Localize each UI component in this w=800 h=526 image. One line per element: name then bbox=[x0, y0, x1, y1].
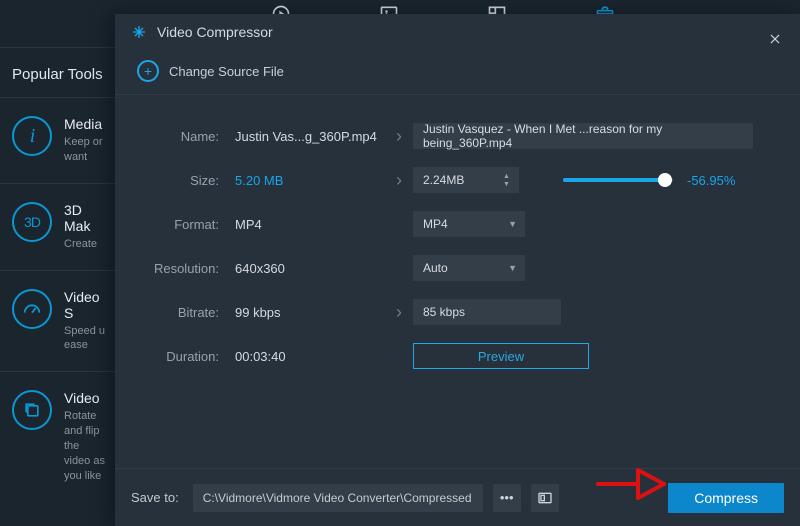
compressor-logo-icon bbox=[131, 24, 147, 40]
close-button[interactable] bbox=[764, 28, 786, 50]
video-compressor-dialog: Video Compressor + Change Source File Na… bbox=[115, 14, 800, 526]
more-button[interactable]: ••• bbox=[493, 484, 521, 512]
info-icon: i bbox=[12, 116, 52, 156]
row-size: Size: 5.20 MB › 2.24MB ▲▼ -56.95% bbox=[125, 167, 784, 193]
dialog-title: Video Compressor bbox=[157, 24, 273, 40]
label-resolution: Resolution: bbox=[125, 261, 235, 276]
bitrate-input[interactable]: 85 kbps bbox=[413, 299, 561, 325]
arrow-icon: › bbox=[385, 302, 413, 323]
current-name: Justin Vas...g_360P.mp4 bbox=[235, 129, 385, 144]
tool-subtitle: Rotate and flip the video as you like bbox=[64, 409, 105, 483]
row-name: Name: Justin Vas...g_360P.mp4 › Justin V… bbox=[125, 123, 784, 149]
save-to-label: Save to: bbox=[131, 490, 179, 505]
current-bitrate: 99 kbps bbox=[235, 305, 385, 320]
gauge-icon bbox=[12, 289, 52, 329]
label-name: Name: bbox=[125, 129, 235, 144]
label-format: Format: bbox=[125, 217, 235, 232]
size-spinner[interactable]: ▲▼ bbox=[503, 169, 515, 191]
size-input[interactable]: 2.24MB ▲▼ bbox=[413, 167, 519, 193]
name-input[interactable]: Justin Vasquez - When I Met ...reason fo… bbox=[413, 123, 753, 149]
compress-button[interactable]: Compress bbox=[668, 483, 784, 513]
3d-icon: 3D bbox=[12, 202, 52, 242]
tool-title: Media bbox=[64, 116, 105, 132]
sidebar-item-media[interactable]: i Media Keep or want bbox=[0, 98, 115, 184]
sidebar-item-speed[interactable]: Video S Speed u ease bbox=[0, 271, 115, 373]
row-bitrate: Bitrate: 99 kbps › 85 kbps bbox=[125, 299, 784, 325]
tool-title: Video bbox=[64, 390, 105, 406]
label-size: Size: bbox=[125, 173, 235, 188]
sidebar-item-rotate[interactable]: Video Rotate and flip the video as you l… bbox=[0, 372, 115, 501]
current-size: 5.20 MB bbox=[235, 173, 385, 188]
label-bitrate: Bitrate: bbox=[125, 305, 235, 320]
save-path-input[interactable]: C:\Vidmore\Vidmore Video Converter\Compr… bbox=[193, 484, 483, 512]
size-slider[interactable] bbox=[563, 178, 673, 182]
tool-subtitle: Speed u ease bbox=[64, 324, 105, 354]
preview-button[interactable]: Preview bbox=[413, 343, 589, 369]
copy-icon bbox=[12, 390, 52, 430]
tool-subtitle: Keep or want bbox=[64, 135, 105, 165]
open-folder-button[interactable] bbox=[531, 484, 559, 512]
row-duration: Duration: 00:03:40 › Preview bbox=[125, 343, 784, 369]
size-delta: -56.95% bbox=[687, 173, 735, 188]
plus-icon: + bbox=[137, 60, 159, 82]
row-resolution: Resolution: 640x360 › Auto▼ bbox=[125, 255, 784, 281]
arrow-icon: › bbox=[385, 126, 413, 147]
tool-subtitle: Create bbox=[64, 237, 105, 252]
dialog-titlebar: Video Compressor bbox=[115, 14, 800, 50]
label-duration: Duration: bbox=[125, 349, 235, 364]
format-select[interactable]: MP4▼ bbox=[413, 211, 525, 237]
current-resolution: 640x360 bbox=[235, 261, 385, 276]
change-source-label: Change Source File bbox=[169, 64, 284, 79]
change-source-file[interactable]: + Change Source File bbox=[115, 50, 800, 95]
current-format: MP4 bbox=[235, 217, 385, 232]
resolution-select[interactable]: Auto▼ bbox=[413, 255, 525, 281]
row-format: Format: MP4 › MP4▼ bbox=[125, 211, 784, 237]
tool-title: Video S bbox=[64, 289, 105, 321]
arrow-icon: › bbox=[385, 170, 413, 191]
sidebar-item-3d[interactable]: 3D 3D Mak Create bbox=[0, 184, 115, 271]
left-sidebar: Popular Tools i Media Keep or want 3D 3D… bbox=[0, 0, 115, 526]
current-duration: 00:03:40 bbox=[235, 349, 385, 364]
tool-title: 3D Mak bbox=[64, 202, 105, 234]
dialog-footer: Save to: C:\Vidmore\Vidmore Video Conver… bbox=[115, 468, 800, 526]
popular-tools-header: Popular Tools bbox=[0, 48, 115, 98]
